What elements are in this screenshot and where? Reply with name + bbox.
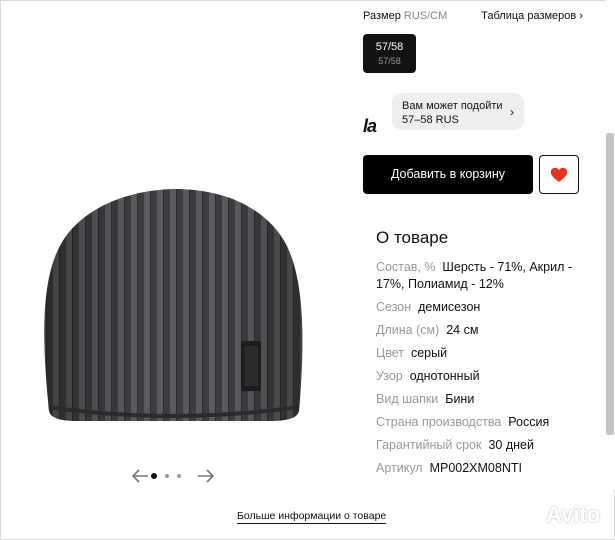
property-value: Бини <box>445 392 475 406</box>
property-color: Цвет серый <box>376 345 596 362</box>
size-option-main: 57/58 <box>375 41 404 53</box>
chevron-right-icon: › <box>579 10 583 22</box>
size-recommendation-line2: 57–58 RUS <box>402 114 459 126</box>
property-key: Страна производства <box>376 415 502 429</box>
gallery-dots <box>151 473 181 479</box>
product-image <box>44 189 303 421</box>
property-value: Россия <box>508 415 550 429</box>
property-key: Гарантийный срок <box>376 438 482 452</box>
property-value: однотонный <box>409 369 480 383</box>
property-key: Узор <box>376 369 403 383</box>
property-length: Длина (см) 24 см <box>376 322 596 339</box>
property-key: Сезон <box>376 300 412 314</box>
property-key: Длина (см) <box>376 323 440 337</box>
property-key: Состав, % <box>376 260 436 274</box>
about-title: О товаре <box>376 228 449 247</box>
size-option-sub: 57/58 <box>378 56 401 66</box>
property-season: Сезон демисезон <box>376 299 596 316</box>
avito-logo-icon <box>511 503 538 527</box>
favorite-button[interactable] <box>539 155 579 194</box>
product-info-panel: Размер RUS/CM Таблица размеров › 57/58 5… <box>355 0 605 490</box>
brand-logo: la <box>363 116 377 136</box>
scrollbar-thumb[interactable] <box>606 133 614 435</box>
arrow-right-icon <box>198 469 215 483</box>
gallery-next-arrow[interactable] <box>195 465 217 487</box>
size-label-text: Размер <box>363 10 401 22</box>
product-image-gallery[interactable] <box>1 1 345 489</box>
property-warranty: Гарантийный срок 30 дней <box>376 437 596 454</box>
size-table-link[interactable]: Таблица размеров › <box>481 10 583 22</box>
chevron-right-icon: › <box>510 105 514 119</box>
property-composition: Состав, % Шерсть - 71%, Акрил - 17%, Пол… <box>376 259 596 293</box>
size-unit: RUS/CM <box>403 10 448 22</box>
gallery-dot-1[interactable] <box>151 473 157 479</box>
size-header: Размер RUS/CM Таблица размеров › <box>363 10 583 22</box>
size-label: Размер RUS/CM <box>363 10 447 22</box>
heart-icon <box>550 167 568 182</box>
property-value: 24 см <box>446 323 479 337</box>
gallery-dot-3[interactable] <box>177 474 181 478</box>
property-hat-type: Вид шапки Бини <box>376 391 596 408</box>
property-key: Цвет <box>376 346 405 360</box>
size-recommendation[interactable]: Вам может подойти 57–58 RUS › <box>392 93 524 130</box>
property-country: Страна производства Россия <box>376 414 596 431</box>
property-value: серый <box>410 346 448 360</box>
property-pattern: Узор однотонный <box>376 368 596 385</box>
arrow-left-icon <box>131 469 148 483</box>
property-key: Вид шапки <box>376 392 439 406</box>
property-article: Артикул MP002XM08NTI <box>376 460 596 477</box>
size-table-link-text: Таблица размеров <box>481 10 577 22</box>
product-properties: Состав, % Шерсть - 71%, Акрил - 17%, Пол… <box>376 259 596 483</box>
watermark-text: Avito <box>546 502 601 527</box>
size-option-selected[interactable]: 57/58 57/58 <box>363 34 416 73</box>
property-value: 30 дней <box>488 438 534 452</box>
size-recommendation-line1: Вам может подойти <box>402 100 503 112</box>
gallery-dot-2[interactable] <box>165 474 169 478</box>
gallery-prev-arrow[interactable] <box>129 465 151 487</box>
property-value: демисезон <box>418 300 481 314</box>
property-value: MP002XM08NTI <box>429 461 522 475</box>
add-to-cart-button[interactable]: Добавить в корзину <box>363 155 533 194</box>
more-info-link[interactable]: Больше информации о товаре <box>237 510 387 524</box>
property-key: Артикул <box>376 461 423 475</box>
watermark: Avito <box>510 498 606 532</box>
